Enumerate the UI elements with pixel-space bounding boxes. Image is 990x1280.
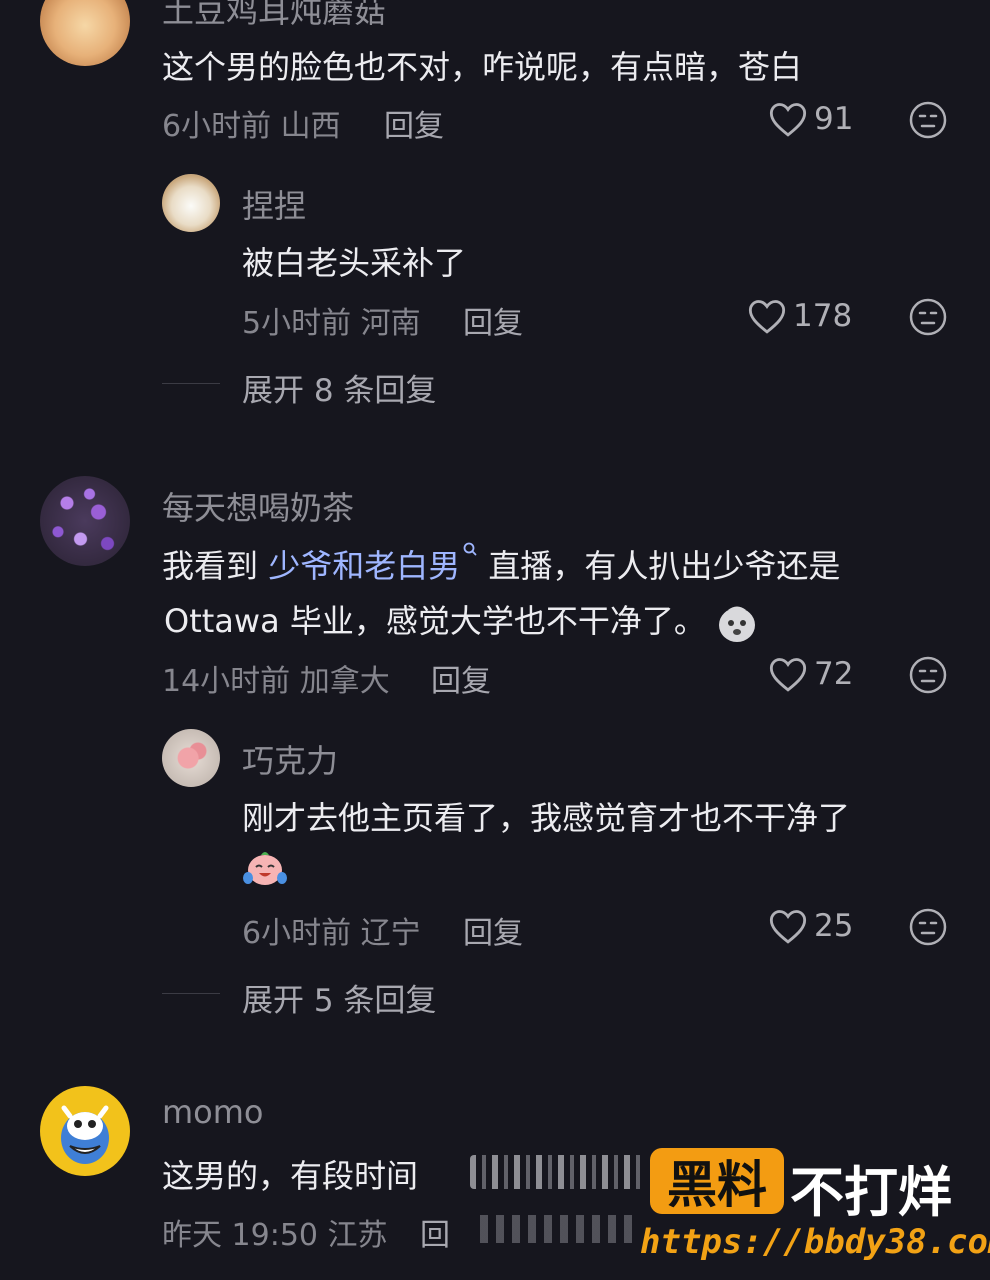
expand-divider [162, 383, 220, 384]
heart-icon [769, 658, 807, 692]
comment-text: 我看到 少爷和老白男 直播，有人扒出少爷还是 [162, 541, 840, 587]
reply-location: 辽宁 [360, 916, 421, 951]
search-link[interactable]: 少爷和老白男 [268, 542, 478, 585]
comment-username[interactable]: 土豆鸡耳炖蘑菇 [162, 0, 386, 32]
shocked-face-emoji-icon [719, 606, 756, 642]
comment-text-line2-content: Ottawa 毕业，感觉大学也不干净了。 [164, 602, 706, 640]
avatar[interactable] [40, 476, 130, 566]
search-icon [463, 542, 477, 556]
like-button[interactable]: 72 [768, 655, 853, 693]
like-button[interactable]: 178 [747, 297, 852, 335]
expand-divider [162, 993, 220, 994]
cow-cartoon-icon [61, 1105, 109, 1164]
avatar[interactable] [162, 174, 220, 232]
reply-location: 河南 [360, 306, 421, 341]
watermark-text: 不打烊 [790, 1161, 952, 1224]
watermark-url: https://bbdy38.com [640, 1222, 990, 1262]
dislike-face-icon[interactable] [908, 100, 948, 140]
like-count: 72 [814, 656, 854, 692]
heart-icon [748, 300, 786, 334]
comment-username[interactable]: 每天想喝奶茶 [162, 483, 354, 529]
search-link-label: 少爷和老白男 [268, 547, 461, 585]
like-count: 91 [814, 101, 854, 137]
comment-meta: 14小时前 加拿大 [162, 656, 390, 700]
comment-location: 江苏 [327, 1218, 388, 1253]
comment-location: 山西 [280, 109, 341, 144]
reply-text: 刚才去他主页看了，我感觉育才也不干净了 [242, 799, 851, 837]
reply-time: 5小时前 [242, 306, 352, 341]
comment-location: 加拿大 [299, 664, 390, 699]
reply-meta: 6小时前 辽宁 [242, 908, 421, 952]
heart-icon [769, 103, 807, 137]
reply-username[interactable]: 巧克力 [242, 736, 338, 782]
like-count: 25 [814, 908, 854, 944]
watermark-logo-box: 黑料 [650, 1148, 784, 1214]
comment-username[interactable]: momo [162, 1093, 264, 1131]
comment-text-suffix: 直播，有人扒出少爷还是 [478, 547, 841, 585]
like-button[interactable]: 25 [768, 907, 853, 945]
obscured-text [480, 1215, 640, 1243]
reply-button[interactable]: 回 [420, 1210, 450, 1254]
comment-meta: 6小时前 山西 [162, 101, 341, 145]
avatar[interactable] [40, 0, 130, 66]
expand-replies-button[interactable]: 展开 5 条回复 [242, 975, 436, 1020]
comment-text-prefix: 我看到 [162, 547, 269, 585]
reply-username[interactable]: 捏捏 [242, 181, 306, 227]
reply-button[interactable]: 回复 [463, 908, 523, 952]
avatar[interactable] [40, 1086, 130, 1176]
comment-time: 6小时前 [162, 109, 272, 144]
reply-button[interactable]: 回复 [384, 101, 444, 145]
like-button[interactable]: 91 [768, 100, 853, 138]
reply-button[interactable]: 回复 [431, 656, 491, 700]
reply-text: 被白老头采补了 [242, 244, 467, 282]
comment-time: 昨天 19:50 [162, 1218, 318, 1253]
reply-button[interactable]: 回复 [463, 298, 523, 342]
dislike-face-icon[interactable] [908, 655, 948, 695]
comment-time: 14小时前 [162, 664, 291, 699]
comment-meta: 昨天 19:50 江苏 [162, 1210, 388, 1254]
reply-meta: 5小时前 河南 [242, 298, 421, 342]
like-count: 178 [793, 298, 853, 334]
reply-time: 6小时前 [242, 916, 352, 951]
crying-laughing-emoji-icon [243, 852, 287, 885]
comment-text: 这个男的脸色也不对，咋说呢，有点暗，苍白 [162, 48, 803, 86]
avatar[interactable] [162, 729, 220, 787]
comment-text-line2: Ottawa 毕业，感觉大学也不干净了。 [164, 596, 758, 644]
dislike-face-icon[interactable] [908, 907, 948, 947]
heart-icon [769, 910, 807, 944]
comment-text: 这男的，有段时间 [162, 1157, 419, 1195]
dislike-face-icon[interactable] [908, 297, 948, 337]
expand-replies-button[interactable]: 展开 8 条回复 [242, 365, 436, 410]
obscured-text [470, 1155, 645, 1189]
